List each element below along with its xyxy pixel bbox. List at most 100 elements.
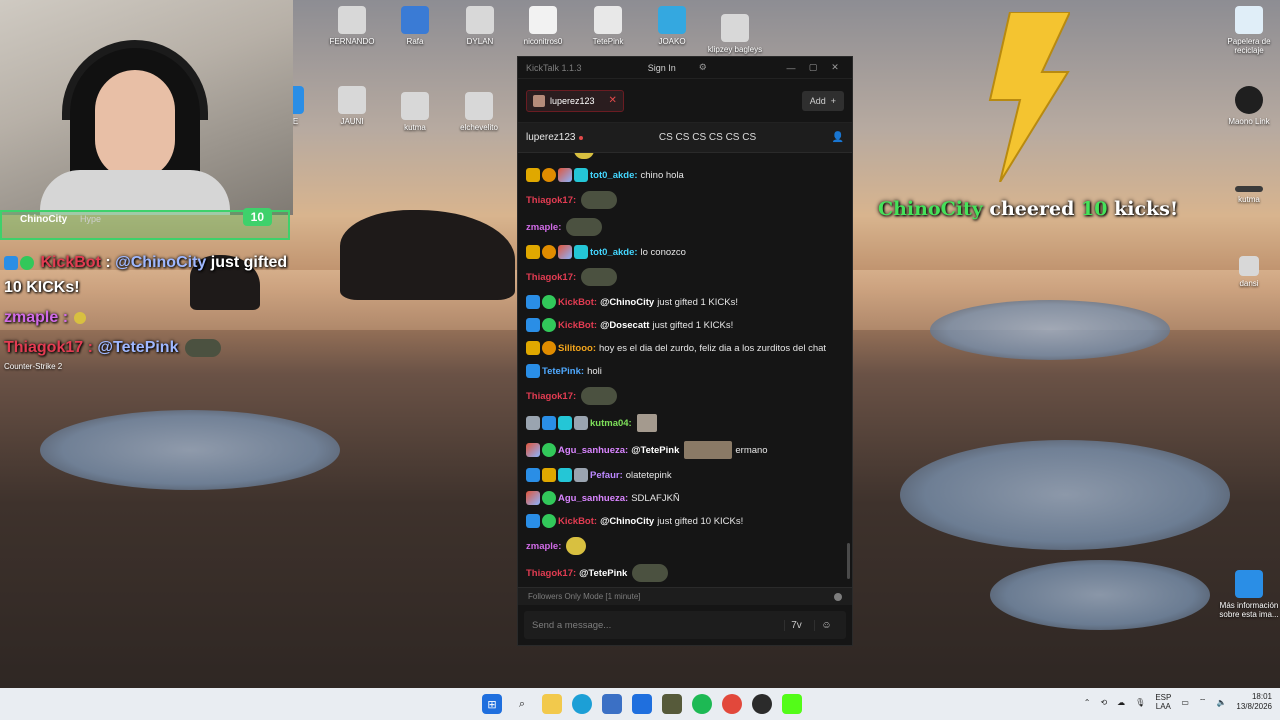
chat-message[interactable]: kutma04:	[526, 410, 836, 437]
chat-message[interactable]: zmaple:	[526, 533, 836, 560]
chat-username[interactable]: Pefaur:	[590, 469, 623, 482]
search-icon[interactable]: ⌕	[512, 694, 532, 714]
chat-message[interactable]: Silitooo: hoy es el dia del zurdo, feliz …	[526, 337, 836, 360]
chat-message[interactable]: Thiagok17:	[526, 383, 836, 410]
chat-message[interactable]: Pefaur: olatetepink	[526, 464, 836, 487]
desktop-icon[interactable]: JOAKO	[637, 6, 707, 46]
chat-username[interactable]: Thiagok17:	[526, 271, 576, 284]
wifi-icon[interactable]: ⌔	[1199, 697, 1207, 707]
chat-badge-icon	[526, 341, 540, 355]
maximize-icon[interactable]: ▢	[804, 62, 822, 73]
minimize-icon[interactable]: —	[782, 63, 800, 73]
sign-in-button[interactable]: Sign In	[648, 63, 676, 73]
chat-mode-bar: Followers Only Mode [1 minute]	[518, 587, 852, 605]
clock[interactable]: 18:01 13/8/2026	[1236, 692, 1272, 712]
cloud-icon[interactable]: ☁	[1117, 698, 1125, 707]
chat-message[interactable]: tot0_akde: chino hola	[526, 164, 836, 187]
chat-message[interactable]: Thiagok17: @TetePink	[526, 560, 836, 587]
desktop-icon[interactable]: FERNANDO	[317, 6, 387, 46]
desktop-icon[interactable]: niconitros0	[508, 6, 578, 46]
chat-message[interactable]: TetePink: holi	[526, 360, 836, 383]
chat-username[interactable]: kutma04:	[590, 417, 632, 430]
chat-username[interactable]: Agu_sanhueza:	[558, 444, 628, 457]
close-tab-icon[interactable]: ✕	[609, 95, 617, 106]
chat-message[interactable]: zmaple:	[526, 214, 836, 241]
chat-username[interactable]: zmaple:	[526, 221, 561, 234]
add-channel-button[interactable]: Add +	[801, 90, 844, 111]
file-explorer-icon[interactable]	[542, 694, 562, 714]
chrome-icon[interactable]	[722, 694, 742, 714]
tab-luperez123[interactable]: luperez123 ✕	[526, 89, 624, 112]
desktop-icon[interactable]: kutma	[1214, 186, 1280, 204]
desktop-icon[interactable]: dansi	[1214, 256, 1280, 288]
desktop-icon[interactable]: Maono Link	[1214, 86, 1280, 126]
chat-username[interactable]: Thiagok17:	[526, 194, 576, 207]
chat-username[interactable]: Thiagok17:	[526, 567, 576, 580]
store-icon[interactable]	[602, 694, 622, 714]
monitor-icon[interactable]: ▭	[1181, 698, 1189, 707]
close-icon[interactable]: ✕	[826, 62, 844, 73]
desktop-icon[interactable]: klipzey bagleys	[700, 14, 770, 54]
chat-message[interactable]: KickBot: @Dosecatt just gifted 1 KICKs!	[526, 314, 836, 337]
chat-badge-icon	[542, 416, 556, 430]
kick-icon[interactable]	[782, 694, 802, 714]
start-windows-icon[interactable]: ⊞	[482, 694, 502, 714]
obs-icon[interactable]	[752, 694, 772, 714]
desktop-icon[interactable]: Rafa	[380, 6, 450, 46]
chat-username[interactable]: tot0_akde:	[590, 246, 638, 259]
chat-username[interactable]: KickBot:	[558, 296, 597, 309]
headphones	[62, 40, 208, 120]
desktop-icon[interactable]: DYLAN	[445, 6, 515, 46]
desktop-icon[interactable]: Papelera de reciclaje	[1214, 6, 1280, 55]
chat-mention[interactable]: @Dosecatt	[600, 319, 649, 332]
chat-username[interactable]: KickBot:	[558, 319, 597, 332]
chat-message[interactable]: Dosecatt:	[526, 153, 836, 164]
chat-scrollbar[interactable]	[847, 543, 850, 579]
chat-badge-icon	[542, 168, 556, 182]
seven-tv-icon[interactable]: 7v	[784, 619, 808, 631]
chat-message[interactable]: tot0_akde: lo conozco	[526, 241, 836, 264]
chat-username[interactable]: Thiagok17:	[526, 390, 576, 403]
chat-username[interactable]: Silitooo:	[558, 342, 596, 355]
message-input[interactable]: Send a message... 7v ☺	[524, 611, 846, 639]
chat-badge-icon	[542, 245, 556, 259]
chat-text: lo conozco	[640, 246, 686, 258]
chat-message[interactable]: Thiagok17:	[526, 264, 836, 291]
edge-icon[interactable]	[572, 694, 592, 714]
chat-username[interactable]: Dosecatt:	[526, 153, 569, 157]
plus-icon: +	[830, 95, 836, 106]
desktop-icon[interactable]: Más información sobre esta ima...	[1210, 570, 1280, 619]
chat-username[interactable]: zmaple:	[526, 540, 561, 553]
chat-message[interactable]: Thiagok17:	[526, 187, 836, 214]
desktop-icon[interactable]: TetePink	[573, 6, 643, 46]
desktop-icon[interactable]: JAUNI	[317, 86, 387, 126]
chat-messages[interactable]: Dosecatt:Dosecatt:tot0_akde:chino holaTh…	[518, 153, 844, 587]
chat-username[interactable]: Agu_sanhueza:	[558, 492, 628, 505]
spotify-icon[interactable]	[692, 694, 712, 714]
game-app-icon[interactable]	[662, 694, 682, 714]
microphone-icon[interactable]: 🎙	[1135, 698, 1145, 707]
network-icon[interactable]: ⟲	[1100, 698, 1107, 707]
chevron-up-icon[interactable]: ⌃	[1084, 698, 1091, 707]
desktop-icon[interactable]: elchevelito	[444, 92, 514, 132]
chat-message[interactable]: KickBot: @ChinoCity just gifted 10 KICKs!	[526, 510, 836, 533]
language-indicator[interactable]: ESP LAA	[1155, 693, 1171, 711]
chat-username[interactable]: KickBot:	[558, 515, 597, 528]
chat-mention[interactable]: @ChinoCity	[600, 296, 654, 309]
chat-message[interactable]: KickBot: @ChinoCity just gifted 1 KICKs!	[526, 291, 836, 314]
chat-mention[interactable]: @TetePink	[631, 444, 679, 457]
volume-icon[interactable]: 🔈	[1216, 698, 1226, 707]
user-icon[interactable]: 👤	[832, 132, 844, 143]
settings-gear-icon[interactable]: ⚙	[694, 62, 712, 73]
mail-icon[interactable]	[632, 694, 652, 714]
chat-username[interactable]: TetePink:	[542, 365, 584, 378]
chat-username[interactable]: tot0_akde:	[590, 169, 638, 182]
chat-message[interactable]: Agu_sanhueza: @TetePink ermano	[526, 437, 836, 464]
chat-mention[interactable]: @TetePink	[579, 567, 627, 580]
chat-message[interactable]: Agu_sanhueza: SDLAFJKÑ	[526, 487, 836, 510]
chat-mention[interactable]: @ChinoCity	[600, 515, 654, 528]
info-icon[interactable]	[834, 592, 842, 601]
emote-icon	[632, 564, 669, 582]
desktop-icon[interactable]: kutma	[380, 92, 450, 132]
emote-picker-icon[interactable]: ☺	[814, 619, 838, 631]
